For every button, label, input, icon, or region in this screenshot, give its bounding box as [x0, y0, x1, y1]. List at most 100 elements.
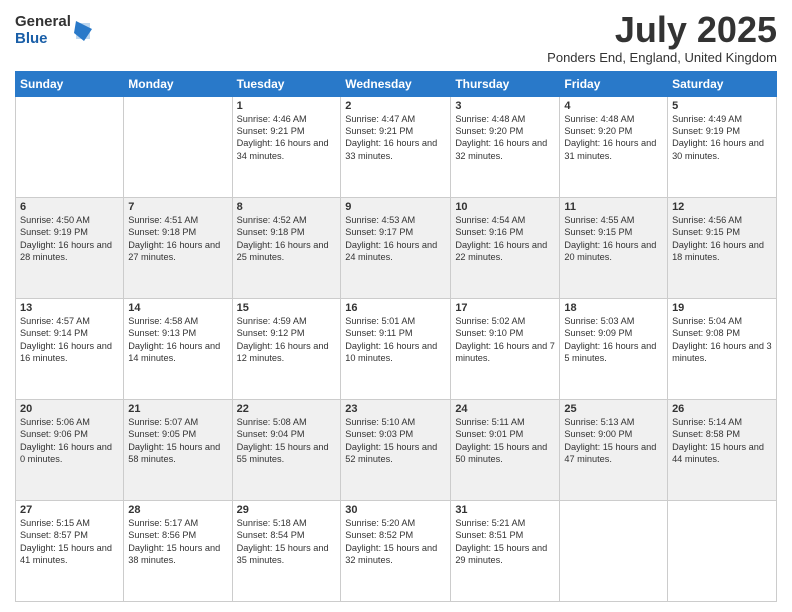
logo-general: General — [15, 14, 71, 31]
logo-icon — [74, 19, 92, 41]
day-info: Sunrise: 5:15 AM Sunset: 8:57 PM Dayligh… — [20, 517, 119, 567]
day-info: Sunrise: 4:52 AM Sunset: 9:18 PM Dayligh… — [237, 214, 337, 264]
day-number: 17 — [455, 302, 555, 314]
table-row: 5Sunrise: 4:49 AM Sunset: 9:19 PM Daylig… — [668, 96, 777, 197]
table-row: 20Sunrise: 5:06 AM Sunset: 9:06 PM Dayli… — [16, 399, 124, 500]
day-number: 13 — [20, 302, 119, 314]
day-info: Sunrise: 4:53 AM Sunset: 9:17 PM Dayligh… — [345, 214, 446, 264]
day-info: Sunrise: 5:02 AM Sunset: 9:10 PM Dayligh… — [455, 315, 555, 365]
table-row: 28Sunrise: 5:17 AM Sunset: 8:56 PM Dayli… — [124, 500, 232, 601]
table-row — [668, 500, 777, 601]
day-number: 1 — [237, 100, 337, 112]
day-number: 12 — [672, 201, 772, 213]
day-info: Sunrise: 5:17 AM Sunset: 8:56 PM Dayligh… — [128, 517, 227, 567]
header-thursday: Thursday — [451, 71, 560, 96]
day-number: 8 — [237, 201, 337, 213]
table-row: 26Sunrise: 5:14 AM Sunset: 8:58 PM Dayli… — [668, 399, 777, 500]
table-row: 16Sunrise: 5:01 AM Sunset: 9:11 PM Dayli… — [341, 298, 451, 399]
table-row — [124, 96, 232, 197]
day-number: 6 — [20, 201, 119, 213]
day-number: 20 — [20, 403, 119, 415]
table-row: 19Sunrise: 5:04 AM Sunset: 9:08 PM Dayli… — [668, 298, 777, 399]
day-info: Sunrise: 4:47 AM Sunset: 9:21 PM Dayligh… — [345, 113, 446, 163]
day-info: Sunrise: 5:03 AM Sunset: 9:09 PM Dayligh… — [564, 315, 663, 365]
table-row: 14Sunrise: 4:58 AM Sunset: 9:13 PM Dayli… — [124, 298, 232, 399]
table-row: 30Sunrise: 5:20 AM Sunset: 8:52 PM Dayli… — [341, 500, 451, 601]
day-info: Sunrise: 5:11 AM Sunset: 9:01 PM Dayligh… — [455, 416, 555, 466]
day-info: Sunrise: 5:10 AM Sunset: 9:03 PM Dayligh… — [345, 416, 446, 466]
day-number: 25 — [564, 403, 663, 415]
day-number: 11 — [564, 201, 663, 213]
day-number: 26 — [672, 403, 772, 415]
day-number: 22 — [237, 403, 337, 415]
header-monday: Monday — [124, 71, 232, 96]
day-info: Sunrise: 5:01 AM Sunset: 9:11 PM Dayligh… — [345, 315, 446, 365]
calendar-week-row: 6Sunrise: 4:50 AM Sunset: 9:19 PM Daylig… — [16, 197, 777, 298]
header-wednesday: Wednesday — [341, 71, 451, 96]
day-number: 9 — [345, 201, 446, 213]
day-info: Sunrise: 4:57 AM Sunset: 9:14 PM Dayligh… — [20, 315, 119, 365]
table-row — [16, 96, 124, 197]
table-row: 29Sunrise: 5:18 AM Sunset: 8:54 PM Dayli… — [232, 500, 341, 601]
table-row: 17Sunrise: 5:02 AM Sunset: 9:10 PM Dayli… — [451, 298, 560, 399]
table-row: 12Sunrise: 4:56 AM Sunset: 9:15 PM Dayli… — [668, 197, 777, 298]
day-number: 19 — [672, 302, 772, 314]
table-row: 15Sunrise: 4:59 AM Sunset: 9:12 PM Dayli… — [232, 298, 341, 399]
day-number: 24 — [455, 403, 555, 415]
day-info: Sunrise: 5:13 AM Sunset: 9:00 PM Dayligh… — [564, 416, 663, 466]
table-row: 25Sunrise: 5:13 AM Sunset: 9:00 PM Dayli… — [560, 399, 668, 500]
table-row: 9Sunrise: 4:53 AM Sunset: 9:17 PM Daylig… — [341, 197, 451, 298]
day-number: 10 — [455, 201, 555, 213]
day-number: 30 — [345, 504, 446, 516]
page: General Blue July 2025 Ponders End, Engl… — [0, 0, 792, 612]
table-row: 4Sunrise: 4:48 AM Sunset: 9:20 PM Daylig… — [560, 96, 668, 197]
day-info: Sunrise: 4:54 AM Sunset: 9:16 PM Dayligh… — [455, 214, 555, 264]
day-number: 23 — [345, 403, 446, 415]
day-number: 3 — [455, 100, 555, 112]
table-row: 31Sunrise: 5:21 AM Sunset: 8:51 PM Dayli… — [451, 500, 560, 601]
day-number: 7 — [128, 201, 227, 213]
calendar-week-row: 27Sunrise: 5:15 AM Sunset: 8:57 PM Dayli… — [16, 500, 777, 601]
calendar-header-row: Sunday Monday Tuesday Wednesday Thursday… — [16, 71, 777, 96]
day-info: Sunrise: 5:21 AM Sunset: 8:51 PM Dayligh… — [455, 517, 555, 567]
day-info: Sunrise: 4:46 AM Sunset: 9:21 PM Dayligh… — [237, 113, 337, 163]
table-row: 13Sunrise: 4:57 AM Sunset: 9:14 PM Dayli… — [16, 298, 124, 399]
header-sunday: Sunday — [16, 71, 124, 96]
day-info: Sunrise: 4:48 AM Sunset: 9:20 PM Dayligh… — [455, 113, 555, 163]
day-number: 27 — [20, 504, 119, 516]
location: Ponders End, England, United Kingdom — [547, 50, 777, 65]
day-number: 28 — [128, 504, 227, 516]
day-number: 2 — [345, 100, 446, 112]
day-info: Sunrise: 4:48 AM Sunset: 9:20 PM Dayligh… — [564, 113, 663, 163]
table-row: 24Sunrise: 5:11 AM Sunset: 9:01 PM Dayli… — [451, 399, 560, 500]
month-title: July 2025 — [547, 10, 777, 50]
calendar-table: Sunday Monday Tuesday Wednesday Thursday… — [15, 71, 777, 602]
day-info: Sunrise: 4:59 AM Sunset: 9:12 PM Dayligh… — [237, 315, 337, 365]
table-row: 21Sunrise: 5:07 AM Sunset: 9:05 PM Dayli… — [124, 399, 232, 500]
day-info: Sunrise: 5:04 AM Sunset: 9:08 PM Dayligh… — [672, 315, 772, 365]
table-row: 23Sunrise: 5:10 AM Sunset: 9:03 PM Dayli… — [341, 399, 451, 500]
day-info: Sunrise: 4:50 AM Sunset: 9:19 PM Dayligh… — [20, 214, 119, 264]
day-info: Sunrise: 5:06 AM Sunset: 9:06 PM Dayligh… — [20, 416, 119, 466]
title-section: July 2025 Ponders End, England, United K… — [547, 10, 777, 65]
day-info: Sunrise: 5:18 AM Sunset: 8:54 PM Dayligh… — [237, 517, 337, 567]
day-number: 16 — [345, 302, 446, 314]
header-saturday: Saturday — [668, 71, 777, 96]
header-friday: Friday — [560, 71, 668, 96]
table-row: 11Sunrise: 4:55 AM Sunset: 9:15 PM Dayli… — [560, 197, 668, 298]
table-row: 22Sunrise: 5:08 AM Sunset: 9:04 PM Dayli… — [232, 399, 341, 500]
day-info: Sunrise: 5:08 AM Sunset: 9:04 PM Dayligh… — [237, 416, 337, 466]
calendar-week-row: 13Sunrise: 4:57 AM Sunset: 9:14 PM Dayli… — [16, 298, 777, 399]
day-number: 4 — [564, 100, 663, 112]
table-row: 8Sunrise: 4:52 AM Sunset: 9:18 PM Daylig… — [232, 197, 341, 298]
calendar-week-row: 1Sunrise: 4:46 AM Sunset: 9:21 PM Daylig… — [16, 96, 777, 197]
table-row: 18Sunrise: 5:03 AM Sunset: 9:09 PM Dayli… — [560, 298, 668, 399]
day-number: 18 — [564, 302, 663, 314]
day-number: 5 — [672, 100, 772, 112]
day-info: Sunrise: 5:14 AM Sunset: 8:58 PM Dayligh… — [672, 416, 772, 466]
day-info: Sunrise: 4:55 AM Sunset: 9:15 PM Dayligh… — [564, 214, 663, 264]
logo-text: General Blue — [15, 14, 71, 47]
table-row — [560, 500, 668, 601]
day-info: Sunrise: 4:51 AM Sunset: 9:18 PM Dayligh… — [128, 214, 227, 264]
day-info: Sunrise: 5:20 AM Sunset: 8:52 PM Dayligh… — [345, 517, 446, 567]
